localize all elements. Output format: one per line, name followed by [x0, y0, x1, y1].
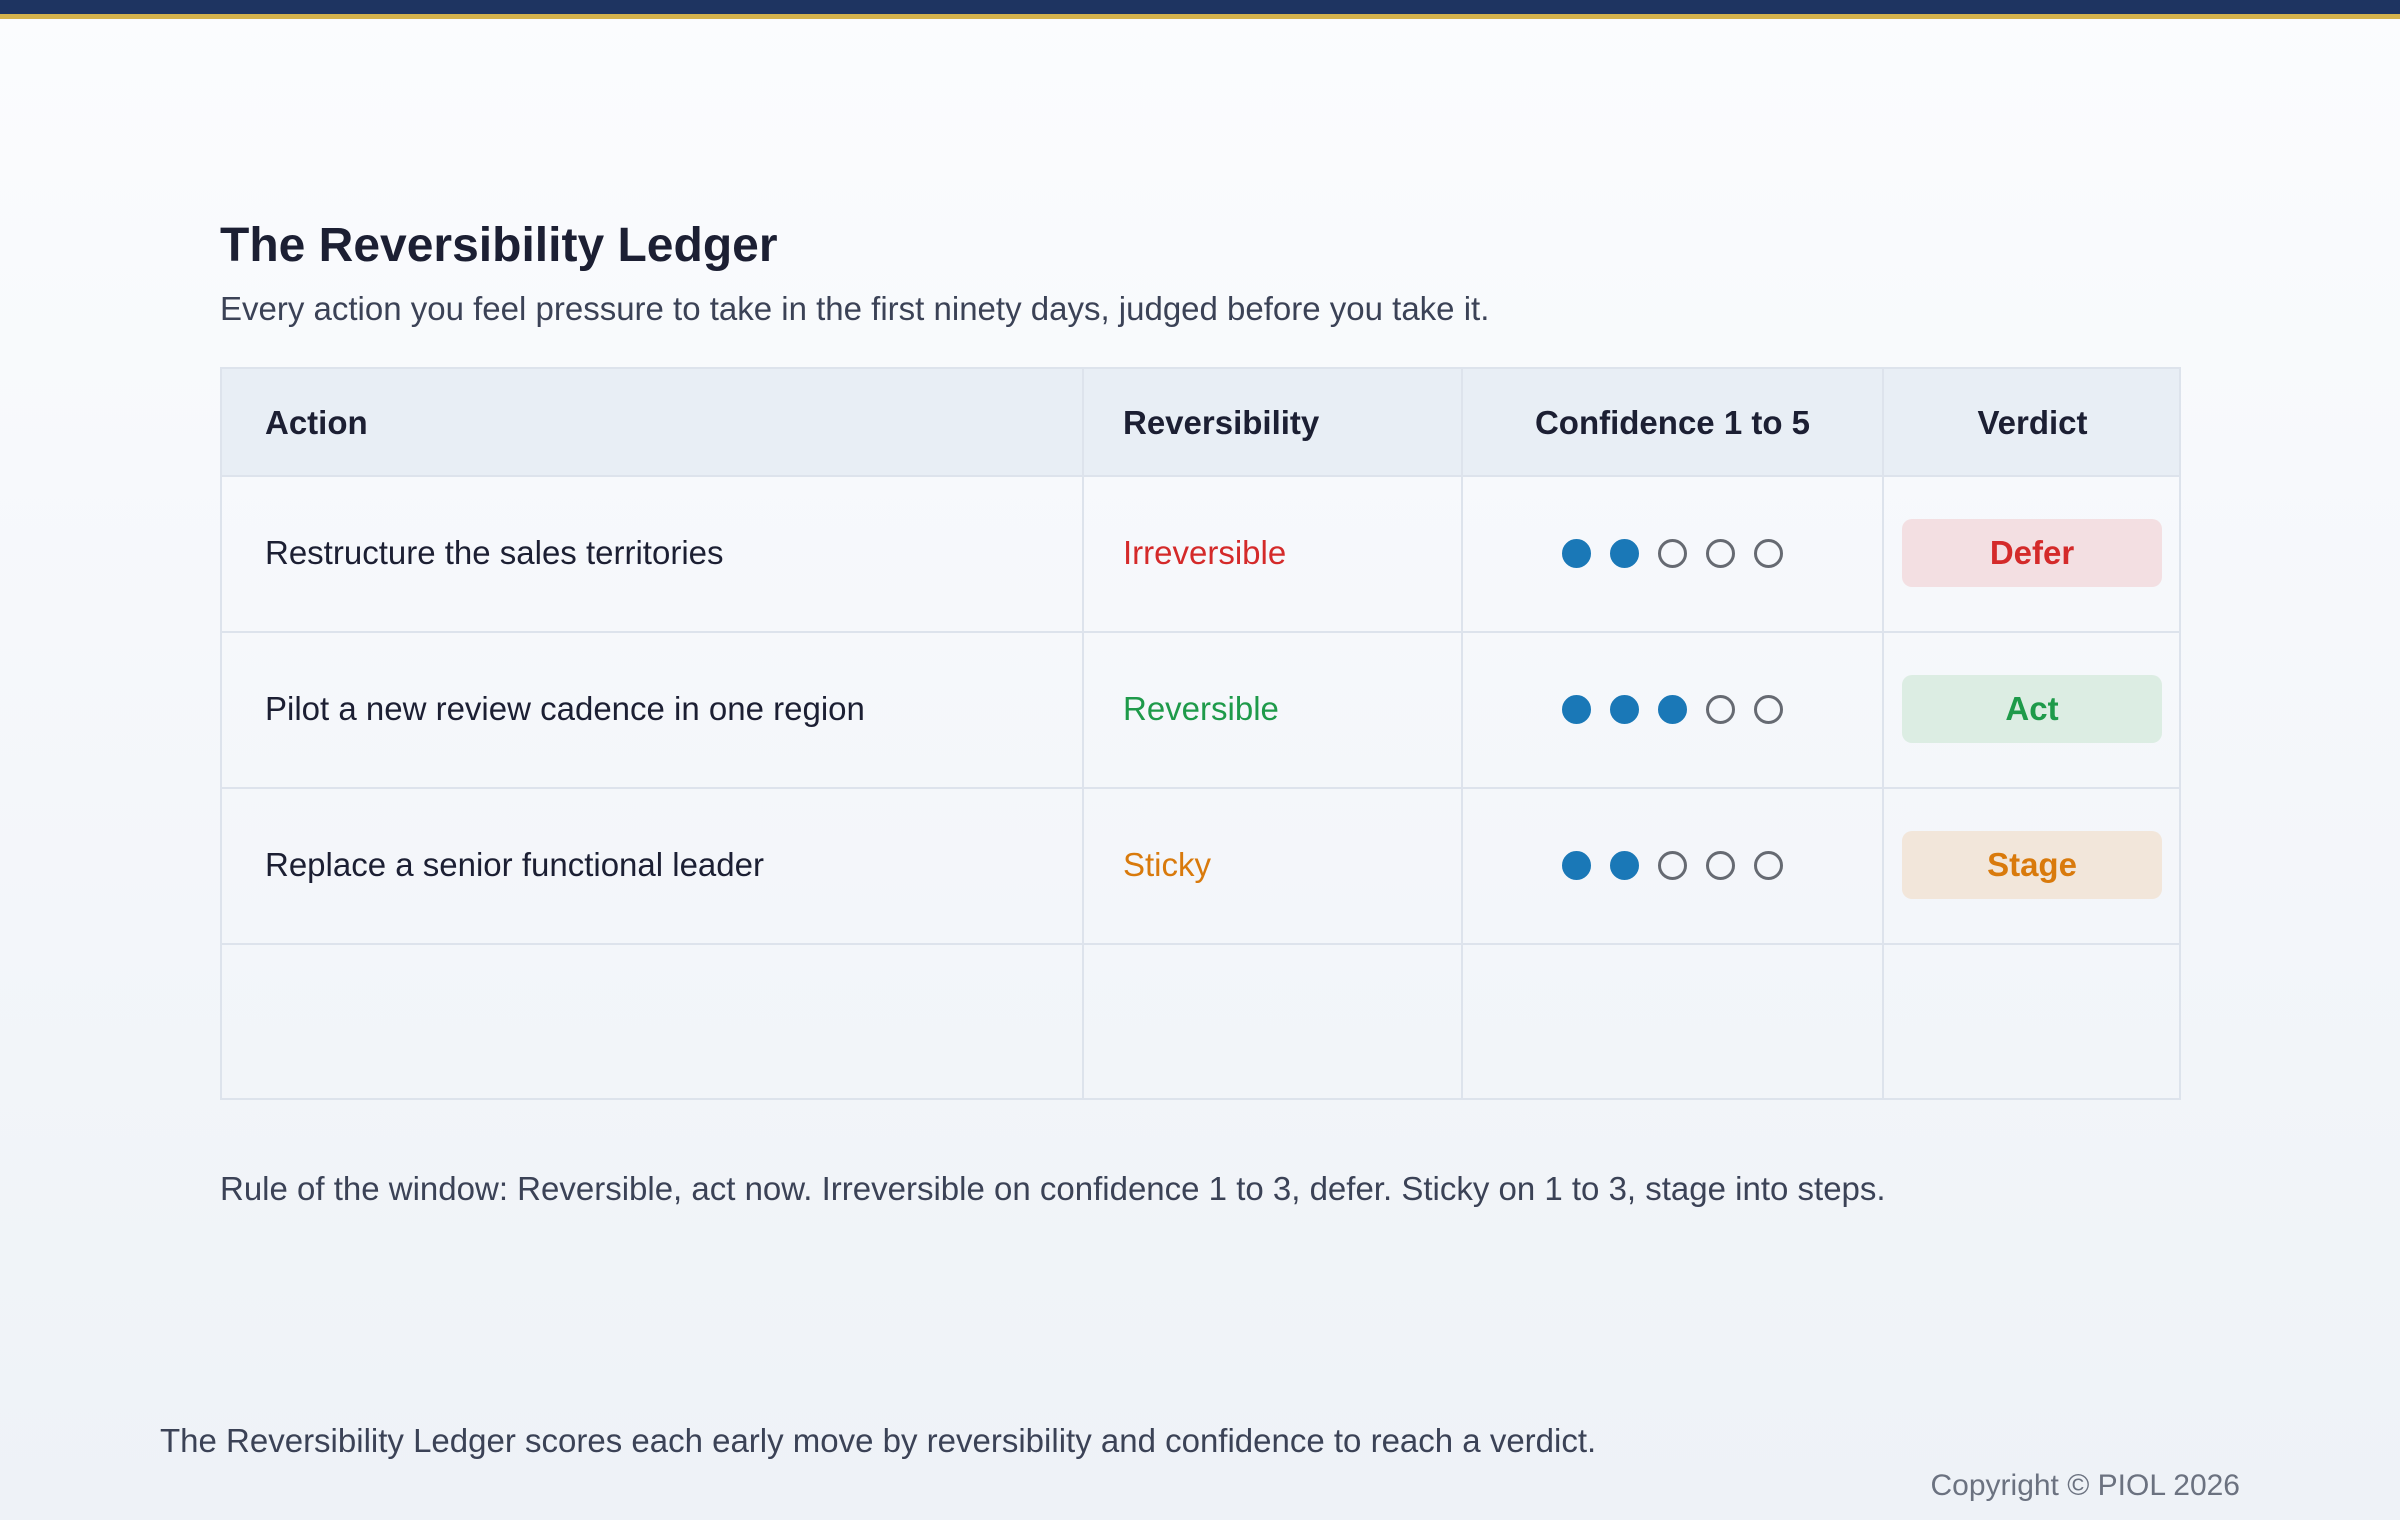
confidence-dot-empty [1706, 538, 1735, 568]
header-reversibility: Reversibility [1123, 404, 1320, 441]
confidence-dot-empty [1754, 538, 1783, 568]
confidence-dot-empty [1706, 694, 1735, 724]
header-action: Action [265, 404, 368, 441]
page-subtitle: Every action you feel pressure to take i… [220, 290, 1490, 327]
copyright: Copyright © PIOL 2026 [1930, 1469, 2241, 1502]
confidence-dot-empty [1754, 850, 1783, 880]
confidence-dot-empty [1658, 850, 1687, 880]
top-bar-accent [0, 14, 2400, 19]
column-divider [1882, 369, 1884, 1098]
rule-note: Rule of the window: Reversible, act now.… [220, 1170, 1886, 1207]
column-divider [1082, 369, 1084, 1098]
confidence-dot-empty [1658, 538, 1687, 568]
confidence-dot-empty [1754, 694, 1783, 724]
page-title: The Reversibility Ledger [220, 219, 778, 272]
verdict-badge: Act [1902, 675, 2162, 743]
cell-reversibility: Reversible [1123, 690, 1279, 727]
confidence-dot-filled [1610, 694, 1639, 724]
header-verdict: Verdict [1977, 404, 2088, 441]
ledger-table: Action Reversibility Confidence 1 to 5 V… [220, 367, 2181, 1100]
cell-action: Restructure the sales territories [265, 534, 724, 571]
confidence-dot-filled [1562, 538, 1591, 568]
verdict-badge: Stage [1902, 831, 2162, 899]
top-bar [0, 0, 2400, 14]
confidence-rating [1463, 475, 1882, 631]
confidence-rating [1463, 787, 1882, 943]
verdict-badge: Defer [1902, 519, 2162, 587]
confidence-dot-filled [1658, 694, 1687, 724]
cell-action: Pilot a new review cadence in one region [265, 690, 865, 727]
confidence-rating [1463, 631, 1882, 787]
confidence-dot-empty [1706, 850, 1735, 880]
cell-reversibility: Irreversible [1123, 534, 1287, 571]
caption: The Reversibility Ledger scores each ear… [160, 1422, 1597, 1459]
confidence-dot-filled [1610, 538, 1639, 568]
confidence-dot-filled [1562, 694, 1591, 724]
confidence-dot-filled [1610, 850, 1639, 880]
cell-action: Replace a senior functional leader [265, 846, 764, 883]
cell-reversibility: Sticky [1123, 846, 1212, 883]
header-confidence: Confidence 1 to 5 [1534, 404, 1811, 441]
row-divider [222, 943, 2179, 945]
confidence-dot-filled [1562, 850, 1591, 880]
